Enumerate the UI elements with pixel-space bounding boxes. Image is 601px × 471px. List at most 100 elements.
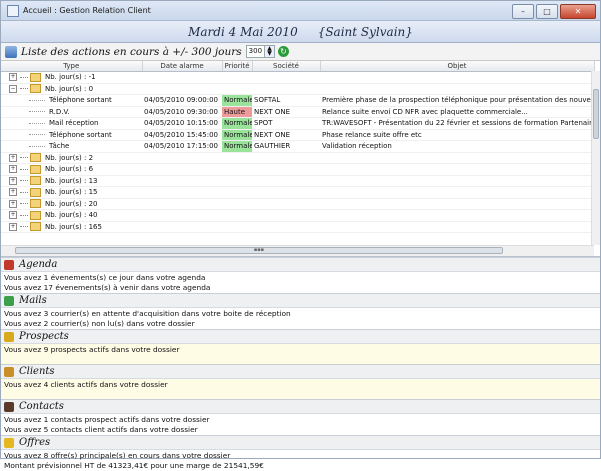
column-header-date[interactable]: Date alarme [142,61,223,72]
window-title: Accueil : Gestion Relation Client [23,6,151,15]
actions-list-header: Liste des actions en cours à +/- 300 jou… [1,43,600,61]
section-line: Vous avez 1 évenements(s) ce jour dans v… [4,273,206,282]
grid-vertical-scrollbar[interactable] [591,71,600,245]
section-body-mails: Vous avez 3 courrier(s) en attente d'acq… [1,308,600,329]
action-date: 04/05/2010 10:15:00 [142,117,222,130]
group-row[interactable]: + Nb. jour(s) : 40 [1,209,594,222]
section-mails: Mails Vous avez 3 courrier(s) en attente … [1,293,600,329]
action-row[interactable]: Mail réception 04/05/2010 10:15:00 Normale… [1,117,594,130]
action-type: Téléphone sortant [1,94,142,107]
action-company: GAUTHIER [252,140,320,153]
section-line: Vous avez 8 offre(s) principale(s) en co… [4,451,231,460]
folder-icon [30,153,41,163]
section-clients: Clients Vous avez 4 clients actifs dans v… [1,364,600,399]
expand-toggle-icon[interactable]: + [9,199,17,208]
expand-toggle-icon[interactable]: + [9,73,17,82]
list-icon [5,45,17,58]
clients-icon [4,366,14,377]
action-object: Relance suite envoi CD NFR avec plaquett… [320,106,594,118]
group-row[interactable]: + Nb. jour(s) : 165 [1,221,594,233]
action-object: TR:WAVESOFT - Présentation du 22 février… [320,117,594,130]
action-company: NEXT ONE [252,106,320,118]
column-header-type[interactable]: Type [1,61,143,72]
action-row[interactable]: Téléphone sortant 04/05/2010 15:45:00 Norm… [1,129,594,141]
group-row[interactable]: − Nb. jour(s) : 0 [1,83,594,95]
action-row[interactable]: Tâche 04/05/2010 17:15:00 Normale GAUTHIER V… [1,140,594,153]
section-line: Vous avez 3 courrier(s) en attente d'acq… [4,309,291,318]
group-row[interactable]: + Nb. jour(s) : 2 [1,152,594,164]
action-date: 04/05/2010 09:30:00 [142,106,222,118]
vertical-scroll-thumb[interactable] [593,89,599,139]
grid-horizontal-scrollbar[interactable]: ▪▪▪ [1,245,594,256]
action-type: R.D.V. [1,106,142,118]
section-line: Vous avez 1 contacts prospect actifs dan… [4,415,210,424]
expand-toggle-icon[interactable]: + [9,188,17,197]
action-date: 04/05/2010 09:00:00 [142,94,222,107]
expand-toggle-icon[interactable]: + [9,211,17,220]
minimize-button[interactable]: – [512,4,534,19]
expand-toggle-icon[interactable]: + [9,165,17,174]
section-title: Mails [19,295,47,306]
folder-icon [30,164,41,174]
action-object: Validation réception [320,140,594,153]
expand-toggle-icon[interactable]: − [9,84,17,93]
column-header-object[interactable]: Objet [320,61,595,72]
days-input[interactable]: 300 [245,45,266,58]
section-line: Vous avez 17 évenements(s) à venir dans … [4,282,211,292]
action-row[interactable]: R.D.V. 04/05/2010 09:30:00 Haute NEXT ONE Re… [1,106,594,118]
group-label: Nb. jour(s) : -1 [45,73,96,82]
section-header-contacts[interactable]: Contacts [1,399,600,414]
section-title: Agenda [19,259,58,270]
action-type-label: Tâche [49,142,70,151]
section-header-agenda[interactable]: Agenda [1,257,600,272]
calendar-icon [4,259,14,270]
group-label: Nb. jour(s) : 2 [45,153,94,162]
action-object: Première phase de la prospection télépho… [320,94,594,107]
date-banner: Mardi 4 Mai 2010 {Saint Sylvain} [1,21,600,43]
current-date: Mardi 4 Mai 2010 [188,24,298,39]
group-label: Nb. jour(s) : 165 [45,222,102,231]
action-type-label: Mail réception [49,119,99,128]
offer-icon [4,437,14,448]
folder-icon [30,187,41,197]
section-body-offres: Vous avez 8 offre(s) principale(s) en co… [1,450,600,471]
maximize-button[interactable]: □ [536,4,558,19]
group-row[interactable]: + Nb. jour(s) : -1 [1,71,594,84]
column-header-company[interactable]: Société [252,61,321,72]
expand-toggle-icon[interactable]: + [9,222,17,231]
saint-of-day: {Saint Sylvain} [317,24,413,39]
expand-toggle-icon[interactable]: + [9,153,17,162]
title-bar: Accueil : Gestion Relation Client – □ ✕ [1,1,600,21]
section-agenda: Agenda Vous avez 1 évenements(s) ce jour … [1,257,600,293]
section-title: Prospects [19,331,69,342]
folder-icon [30,72,41,82]
section-title: Contacts [19,401,64,412]
group-label: Nb. jour(s) : 20 [45,199,98,208]
group-label: Nb. jour(s) : 15 [45,188,98,197]
group-row[interactable]: + Nb. jour(s) : 20 [1,198,594,210]
group-row[interactable]: + Nb. jour(s) : 6 [1,163,594,176]
section-body-agenda: Vous avez 1 évenements(s) ce jour dans v… [1,272,600,293]
days-spinner-arrows[interactable]: ▲ ▼ [265,45,276,58]
action-company: NEXT ONE [252,129,320,141]
section-line: Vous avez 2 courrier(s) non lu(s) dans v… [4,318,195,328]
section-offres: Offres Vous avez 8 offre(s) principale(s)… [1,435,600,471]
section-header-mails[interactable]: Mails [1,293,600,308]
section-header-prospects[interactable]: Prospects [1,329,600,344]
section-header-clients[interactable]: Clients [1,364,600,379]
horizontal-scroll-thumb[interactable]: ▪▪▪ [15,247,503,254]
group-row[interactable]: + Nb. jour(s) : 13 [1,175,594,187]
main-window: Accueil : Gestion Relation Client – □ ✕ … [0,0,601,470]
section-line: Montant prévisionnel HT de 41323,41€ pou… [4,460,264,470]
close-button[interactable]: ✕ [560,4,596,19]
action-row[interactable]: Téléphone sortant 04/05/2010 09:00:00 Norm… [1,94,594,107]
actions-list-title: Liste des actions en cours à +/- 300 jou… [21,45,242,58]
action-priority: Normale [222,129,252,141]
expand-toggle-icon[interactable]: + [9,176,17,185]
refresh-go-button[interactable]: ↻ [278,46,290,57]
action-date: 04/05/2010 15:45:00 [142,129,222,141]
group-row[interactable]: + Nb. jour(s) : 15 [1,186,594,199]
section-header-offres[interactable]: Offres [1,435,600,450]
action-company: SPOT [252,117,320,130]
column-header-priority[interactable]: Priorité [222,61,253,72]
